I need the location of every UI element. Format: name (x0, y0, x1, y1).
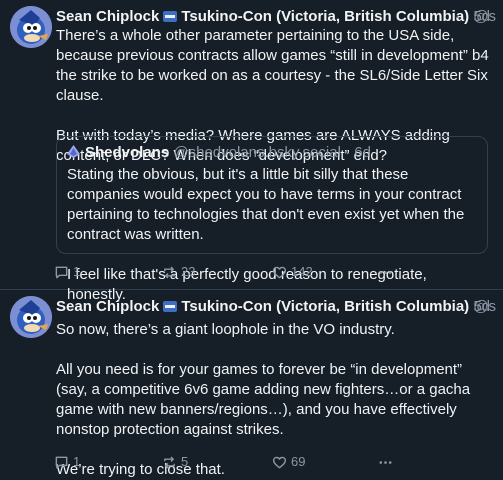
author-name[interactable]: Sean Chiplock (56, 298, 159, 315)
quote-text: Stating the obvious, but it's a little b… (67, 165, 481, 305)
repost-button[interactable]: 5 (162, 453, 188, 471)
post-header: Sean Chiplock Tsukino-Con (Victoria, Brit… (56, 8, 496, 26)
reply-icon (55, 266, 68, 278)
repost-count: 23 (181, 264, 196, 279)
quote-header: Shedvolans @shedvolans.bsky.social · 6d (67, 144, 371, 162)
post-actions: 1 5 69 (54, 453, 484, 471)
flag-badge-icon (163, 11, 178, 22)
post-paragraph: There’s a whole other parameter pertaini… (56, 27, 489, 104)
author-avatar[interactable] (10, 6, 52, 48)
feed-post[interactable]: Sean Chiplock Tsukino-Con (Victoria, Brit… (0, 0, 503, 303)
post-paragraph: So now, there’s a giant loophole in the … (56, 321, 395, 338)
like-button[interactable]: 142 (272, 263, 313, 281)
avatar-image (10, 6, 52, 48)
reply-count: 1 (73, 454, 81, 469)
reply-icon (55, 456, 68, 468)
repost-count: 5 (181, 454, 189, 469)
post-timestamp[interactable]: 5d (473, 298, 490, 316)
quote-paragraph: Stating the obvious, but it's a little b… (67, 166, 465, 243)
separator-dot: · (455, 8, 460, 25)
post-paragraph: All you need is for your games to foreve… (56, 361, 471, 438)
feed-post[interactable]: Sean Chiplock Tsukino-Con (Victoria, Brit… (0, 290, 503, 480)
post-header: Sean Chiplock Tsukino-Con (Victoria, Brit… (56, 298, 496, 316)
quoted-post[interactable]: Shedvolans @shedvolans.bsky.social · 6d … (56, 136, 488, 303)
post-actions: 1 23 142 (54, 263, 484, 281)
more-icon (379, 270, 392, 274)
heart-icon (272, 266, 287, 278)
separator-dot: · (345, 144, 351, 161)
like-count: 142 (291, 264, 313, 279)
repost-button[interactable]: 23 (162, 263, 195, 281)
post-timestamp[interactable]: 5d (473, 8, 490, 26)
separator-dot: · (455, 298, 460, 315)
more-options-button[interactable] (378, 263, 393, 281)
like-count: 69 (291, 454, 306, 469)
quote-author-name[interactable]: Shedvolans (85, 144, 169, 161)
reply-button[interactable]: 1 (54, 263, 80, 281)
reply-count: 1 (73, 264, 81, 279)
author-name[interactable]: Sean Chiplock (56, 8, 159, 25)
quote-author-avatar (67, 145, 80, 158)
author-avatar[interactable] (10, 296, 52, 338)
more-icon (379, 460, 392, 464)
author-location[interactable]: Tsukino-Con (Victoria, British Columbia) (181, 8, 469, 25)
reply-button[interactable]: 1 (54, 453, 80, 471)
repost-icon (164, 266, 175, 278)
more-options-button[interactable] (378, 453, 393, 471)
author-location[interactable]: Tsukino-Con (Victoria, British Columbia) (181, 298, 469, 315)
quote-timestamp[interactable]: 6d (354, 144, 371, 161)
avatar-image (10, 296, 52, 338)
like-button[interactable]: 69 (272, 453, 305, 471)
repost-icon (164, 456, 175, 468)
quote-author-handle[interactable]: @shedvolans.bsky.social (173, 144, 341, 161)
flag-badge-icon (163, 301, 178, 312)
heart-icon (272, 456, 287, 468)
